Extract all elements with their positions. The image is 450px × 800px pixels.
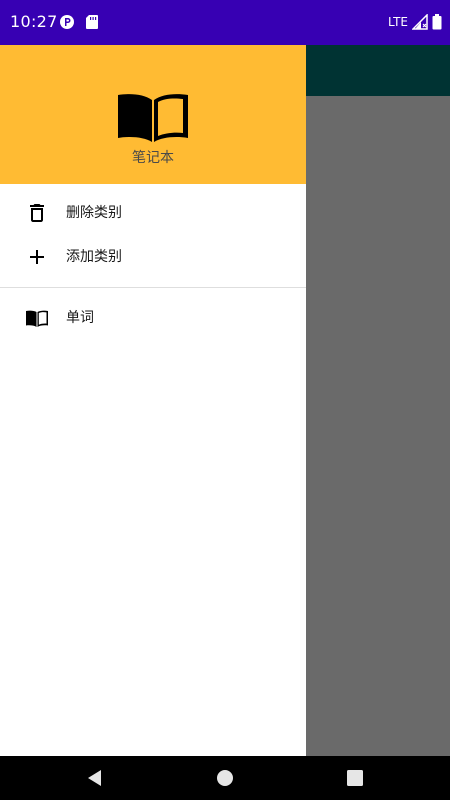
back-icon[interactable] (83, 766, 107, 790)
network-type: LTE (388, 15, 408, 29)
category-label: 单词 (66, 310, 94, 326)
sd-card-icon (86, 15, 98, 29)
home-icon[interactable] (213, 766, 237, 790)
battery-icon (432, 14, 442, 30)
drawer-divider (0, 287, 306, 288)
menu-item-label: 删除类别 (66, 205, 122, 221)
category-item-words[interactable]: 单词 (0, 296, 306, 340)
menu-item-add-category[interactable]: 添加类别 (0, 235, 306, 279)
drawer-scrim[interactable] (306, 96, 450, 756)
drawer-header: 笔记本 (0, 45, 306, 184)
drawer-title: 笔记本 (132, 150, 174, 166)
book-icon (26, 310, 48, 327)
system-nav-bar (0, 756, 450, 800)
status-left-icons (59, 14, 99, 30)
status-time: 10:27 (10, 12, 58, 31)
app-toolbar (306, 45, 450, 96)
recents-icon[interactable] (343, 766, 367, 790)
status-right-icons: LTE (388, 13, 442, 31)
menu-item-delete-category[interactable]: 删除类别 (0, 191, 306, 235)
trash-icon (30, 204, 44, 222)
book-open-icon (118, 94, 188, 142)
plus-icon (30, 250, 44, 264)
notification-p-icon (60, 15, 74, 29)
status-bar: 10:27 LTE (0, 0, 450, 45)
menu-item-label: 添加类别 (66, 249, 122, 265)
navigation-drawer: 笔记本 删除类别 添加类别 单词 (0, 45, 306, 756)
signal-icon (412, 14, 428, 30)
